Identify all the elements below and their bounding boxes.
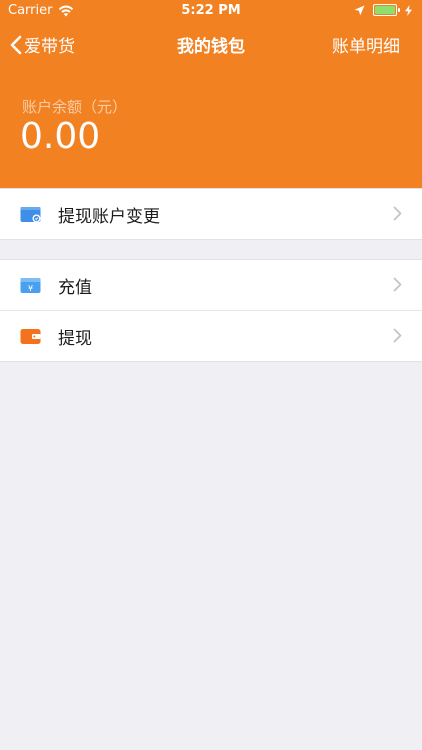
svg-text:¥: ¥ bbox=[28, 284, 33, 293]
menu-group-account: 提现账户变更 bbox=[0, 188, 422, 240]
withdraw-wallet-icon bbox=[20, 328, 41, 344]
bill-details-button[interactable]: 账单明细 bbox=[332, 32, 400, 57]
menu-item-recharge[interactable]: ¥ 充值 bbox=[0, 260, 422, 310]
menu-item-label: 提现账户变更 bbox=[58, 206, 160, 227]
wallet-change-icon bbox=[20, 206, 41, 222]
status-right bbox=[354, 4, 412, 16]
recharge-card-icon: ¥ bbox=[20, 277, 41, 293]
balance-label: 账户余额（元） bbox=[22, 98, 128, 116]
navigation-bar: 爱带货 我的钱包 账单明细 bbox=[0, 22, 422, 66]
location-arrow-icon bbox=[354, 5, 365, 15]
menu-item-withdraw-account-change[interactable]: 提现账户变更 bbox=[0, 189, 422, 239]
chevron-right-icon bbox=[393, 277, 402, 292]
battery-icon bbox=[373, 4, 400, 16]
menu-item-withdraw[interactable]: 提现 bbox=[0, 310, 422, 361]
status-bar: Carrier 5:22 PM bbox=[0, 0, 422, 22]
chevron-right-icon bbox=[393, 206, 402, 221]
menu-item-label: 提现 bbox=[58, 328, 92, 349]
chevron-right-icon bbox=[393, 328, 402, 343]
menu-item-label: 充值 bbox=[58, 277, 92, 298]
menu-group-funds: ¥ 充值 提现 bbox=[0, 259, 422, 362]
charging-bolt-icon bbox=[405, 4, 412, 16]
balance-value: 0.00 bbox=[20, 116, 101, 157]
wallet-header: Carrier 5:22 PM 爱带货 我的钱包 账单明细 账户余额（元） 0.… bbox=[0, 0, 422, 188]
